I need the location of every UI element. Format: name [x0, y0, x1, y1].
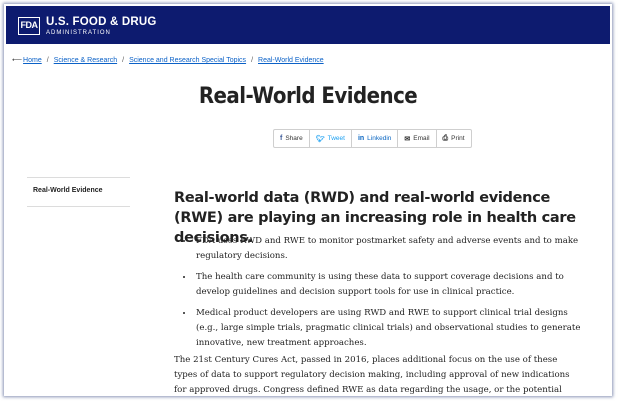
breadcrumb-separator: / — [46, 57, 49, 64]
share-linkedin-button[interactable]: in Linkedin — [352, 130, 399, 147]
email-label: Email — [413, 135, 430, 142]
agency-subtitle: ADMINISTRATION — [46, 30, 111, 36]
facebook-icon: f — [280, 135, 283, 142]
breadcrumb-science-research[interactable]: Science & Research — [54, 57, 117, 64]
fda-logo-mark[interactable]: FDA — [18, 17, 40, 35]
twitter-icon: 🐦︎ — [315, 135, 325, 143]
browser-page: FDA U.S. FOOD & DRUG ADMINISTRATION ⟵Hom… — [4, 4, 612, 396]
share-facebook-button[interactable]: f Share — [274, 130, 310, 147]
body-paragraph: The 21st Century Cures Act, passed in 20… — [174, 355, 570, 395]
breadcrumb-separator: / — [122, 57, 125, 64]
sidebar-item-real-world-evidence[interactable]: Real-World Evidence — [27, 177, 130, 207]
page-title: Real-World Evidence — [198, 84, 418, 109]
list-item: The health care community is using these… — [194, 270, 589, 300]
share-bar: f Share 🐦︎ Tweet in Linkedin ✉ Email ⎙ P… — [273, 129, 472, 148]
share-label: Share — [285, 135, 303, 142]
left-arrow-icon: ⟵ — [12, 57, 23, 64]
breadcrumb: ⟵Home / Science & Research / Science and Res… — [12, 56, 324, 64]
breadcrumb-home[interactable]: Home — [23, 57, 42, 64]
print-label: Print — [451, 135, 465, 142]
linkedin-icon: in — [357, 135, 365, 142]
printer-icon: ⎙ — [442, 134, 449, 142]
share-email-button[interactable]: ✉ Email — [398, 130, 437, 147]
key-points-list: FDA uses RWD and RWE to monitor postmark… — [176, 234, 589, 357]
linkedin-label: Linkedin — [367, 135, 392, 142]
site-header: FDA U.S. FOOD & DRUG ADMINISTRATION — [6, 6, 610, 44]
agency-name[interactable]: U.S. FOOD & DRUG — [46, 16, 157, 28]
breadcrumb-real-world-evidence[interactable]: Real-World Evidence — [258, 57, 324, 64]
breadcrumb-special-topics[interactable]: Science and Research Special Topics — [129, 57, 246, 64]
breadcrumb-separator: / — [251, 57, 254, 64]
envelope-icon: ✉ — [404, 135, 411, 143]
share-twitter-button[interactable]: 🐦︎ Tweet — [310, 130, 352, 147]
sidebar-item-label: Real-World Evidence — [33, 187, 103, 194]
tweet-label: Tweet — [327, 135, 345, 142]
list-item: FDA uses RWD and RWE to monitor postmark… — [194, 234, 589, 264]
list-item: Medical product developers are using RWD… — [194, 306, 589, 351]
print-button[interactable]: ⎙ Print — [437, 130, 471, 147]
